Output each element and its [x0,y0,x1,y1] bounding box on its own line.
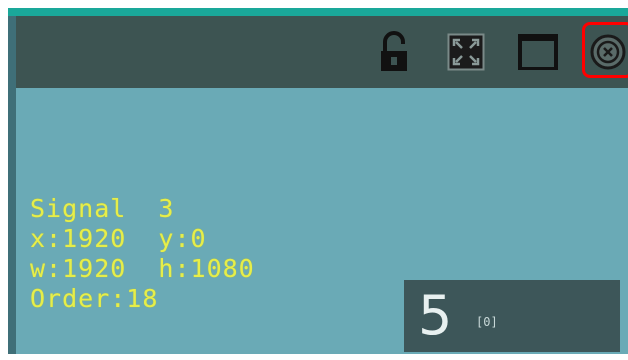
top-accent-bar [8,8,628,16]
left-edge-border [8,16,16,354]
window-toolbar [16,16,628,88]
unlock-button[interactable] [368,26,420,78]
window-mode-button[interactable] [512,26,564,78]
fit-screen-button[interactable] [440,26,492,78]
panel-number: 5 [418,284,453,347]
fit-screen-icon [447,33,485,71]
order-label: Order:18 [30,284,159,313]
signal-info: Signal 3 x:1920 y:0 w:1920 h:1080 Order:… [30,194,255,314]
window-icon [517,33,559,71]
number-panel: 5 [0] [404,280,620,352]
close-button-highlight [582,22,628,78]
signal-window[interactable]: Signal 3 x:1920 y:0 w:1920 h:1080 Order:… [8,8,628,354]
signal-label: Signal 3 [30,194,175,223]
size-label: w:1920 h:1080 [30,254,255,283]
position-label: x:1920 y:0 [30,224,207,253]
unlock-icon [379,31,409,73]
panel-sub-label: [0] [476,315,498,329]
